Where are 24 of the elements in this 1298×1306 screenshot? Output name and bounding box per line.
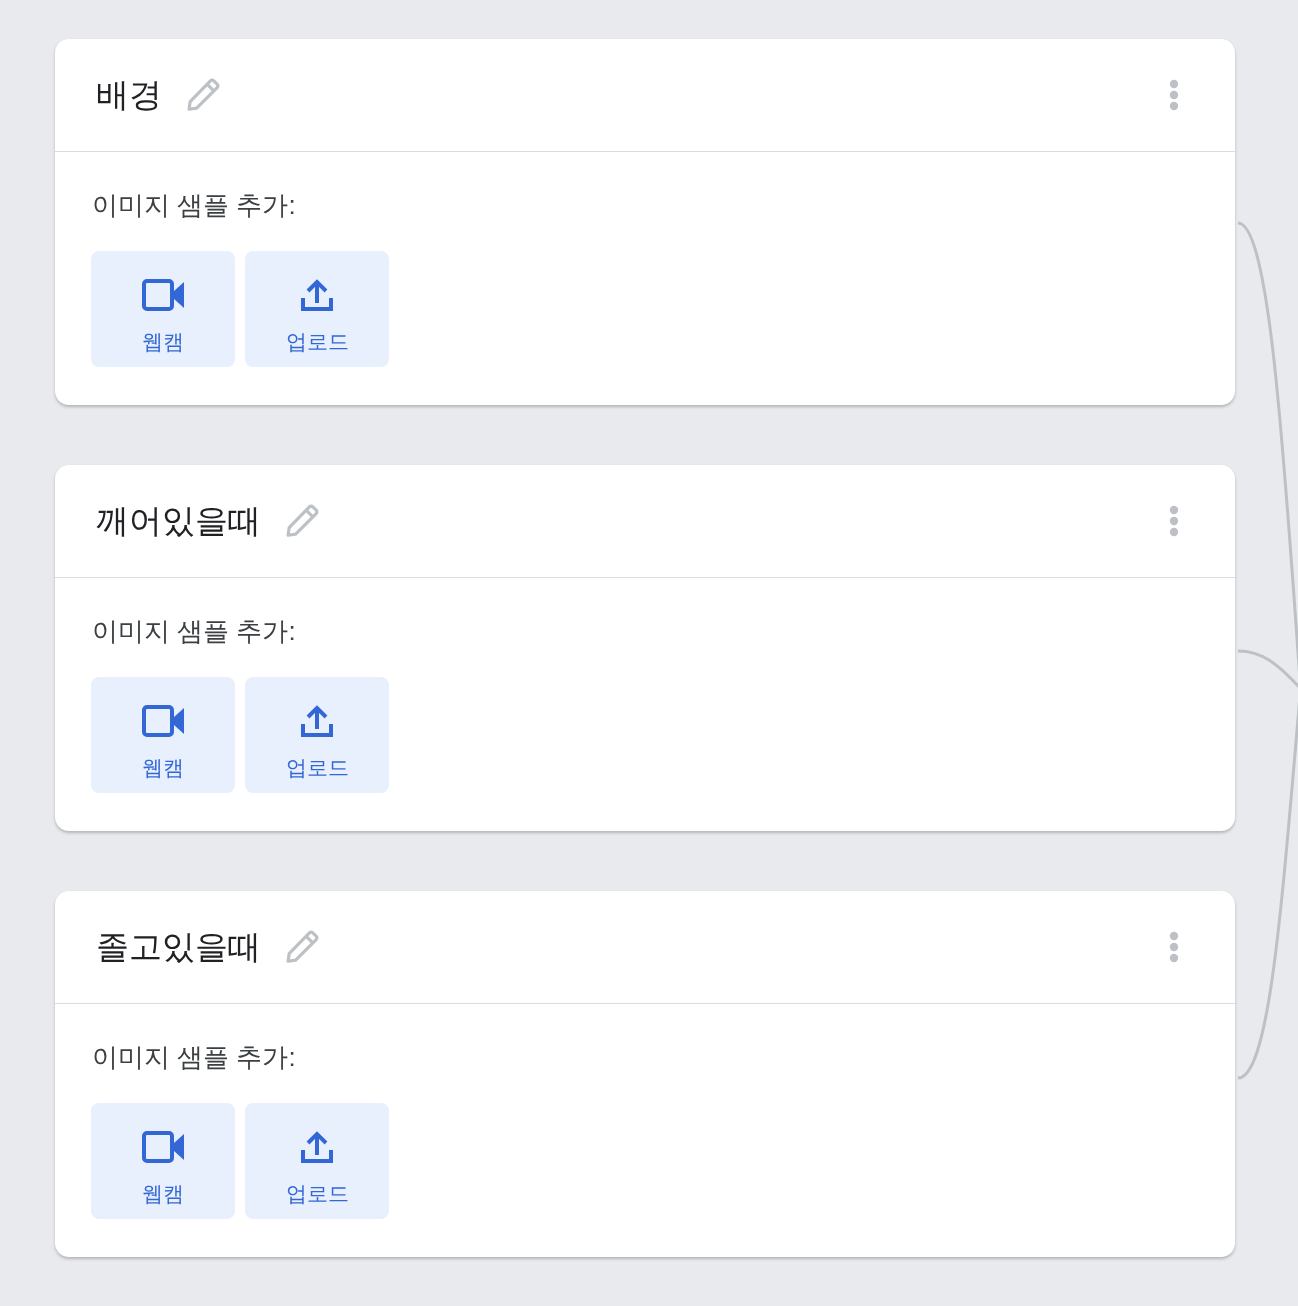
webcam-button[interactable]: 웹캠 — [91, 1103, 235, 1219]
upload-button[interactable]: 업로드 — [245, 677, 389, 793]
upload-icon — [300, 704, 334, 738]
webcam-button[interactable]: 웹캠 — [91, 251, 235, 367]
more-menu-icon[interactable] — [1169, 505, 1179, 537]
pencil-icon[interactable] — [283, 502, 321, 540]
video-camera-icon — [142, 1131, 184, 1163]
class-name[interactable]: 졸고있을때 — [96, 927, 261, 967]
class-name[interactable]: 깨어있을때 — [96, 501, 261, 541]
pencil-icon[interactable] — [283, 928, 321, 966]
video-camera-icon — [142, 279, 184, 311]
webcam-button[interactable]: 웹캠 — [91, 677, 235, 793]
pencil-icon[interactable] — [184, 76, 222, 114]
class-name[interactable]: 배경 — [96, 75, 162, 115]
sample-prompt: 이미지 샘플 추가: — [92, 190, 297, 220]
upload-icon — [300, 278, 334, 312]
video-camera-icon — [142, 705, 184, 737]
upload-button[interactable]: 업로드 — [245, 1103, 389, 1219]
more-menu-icon[interactable] — [1169, 931, 1179, 963]
sample-prompt: 이미지 샘플 추가: — [92, 616, 297, 646]
upload-icon — [300, 1130, 334, 1164]
more-menu-icon[interactable] — [1169, 79, 1179, 111]
upload-button[interactable]: 업로드 — [245, 251, 389, 367]
sample-prompt: 이미지 샘플 추가: — [92, 1042, 297, 1072]
